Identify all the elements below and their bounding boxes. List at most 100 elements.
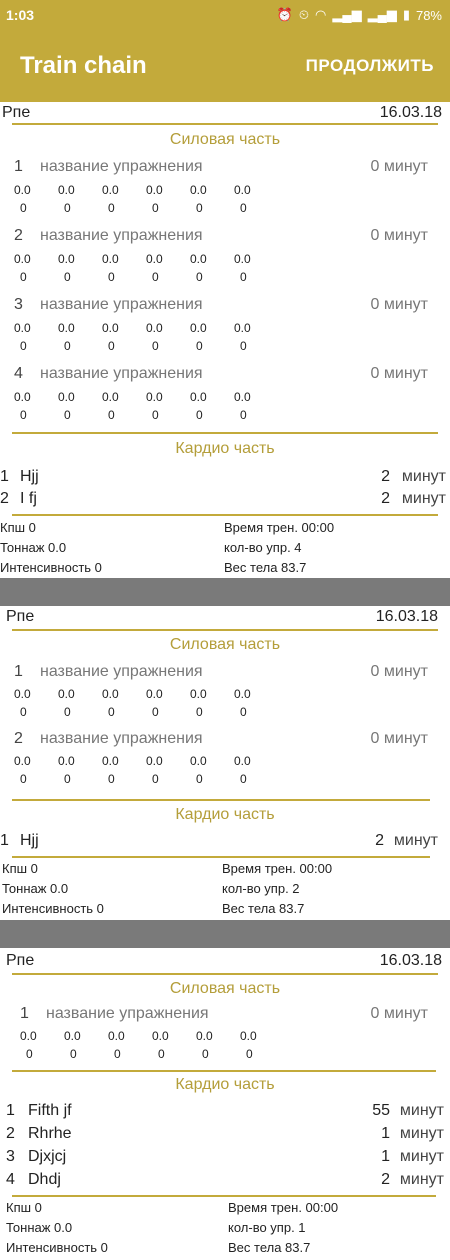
exercise-name: название упражнения <box>40 158 203 175</box>
card-name: Рпе <box>2 104 31 121</box>
exercise-minutes: 0 минут <box>370 1005 428 1022</box>
exercise-item[interactable]: 1 название упражнения 0 минут 0.0 0.0 0.0 0… <box>0 663 450 723</box>
cardio-number: 2 <box>0 490 9 507</box>
exercise-number: 1 <box>14 158 23 175</box>
weight-stat: Вес тела 83.7 <box>228 1240 311 1255</box>
signal-icon-2: ▂▄▆ <box>367 7 397 22</box>
status-icons: ⏰ ⏲ ◠ ▂▄▆ ▂▄▆ ▮ 78% <box>277 7 442 23</box>
cardio-number: 2 <box>6 1125 15 1142</box>
cardio-number: 1 <box>0 468 9 485</box>
cardio-item[interactable]: 1 Hjj 2 минут <box>0 832 450 854</box>
cardio-name: I fj <box>20 490 37 507</box>
card-name: Рпе <box>6 608 35 625</box>
cardio-item[interactable]: 4 Dhdj 2 минут <box>0 1171 450 1193</box>
exercise-item[interactable]: 1 название упражнения 0 минут 0.0 0.0 0.0 0… <box>0 1005 450 1065</box>
battery-percent: 78% <box>415 7 442 23</box>
cardio-number: 4 <box>6 1171 15 1188</box>
cardio-item[interactable]: 1 Fifth jf 55 минут <box>0 1102 450 1124</box>
cardio-unit: минут <box>399 1171 444 1188</box>
weights-row: 0.0 0.0 0.0 0.0 0.0 0.0 <box>14 252 251 266</box>
tonnage-stat: Тоннаж 0.0 <box>6 1220 73 1235</box>
card-separator <box>0 920 450 948</box>
card-date: 16.03.18 <box>379 952 442 969</box>
exercise-item[interactable]: 3 название упражнения 0 минут 0.0 0.0 0.0 0… <box>0 296 450 356</box>
cardio-value: 2 <box>375 832 384 849</box>
count-stat: кол-во упр. 2 <box>222 881 300 896</box>
exercise-minutes: 0 минут <box>370 365 428 382</box>
app-title: Train chain <box>20 52 147 79</box>
reps-row: 000000 <box>20 408 247 422</box>
exercise-item[interactable]: 2 название упражнения 0 минут 0.0 0.0 0.0 0… <box>0 730 450 790</box>
tonnage-stat: Тоннаж 0.0 <box>0 540 67 555</box>
exercise-minutes: 0 минут <box>370 730 428 747</box>
battery-icon: ▮ <box>402 7 410 22</box>
weights-row: 0.0 0.0 0.0 0.0 0.0 0.0 <box>14 390 251 404</box>
alarm-icon: ⏲ <box>298 7 310 22</box>
cardio-name: Rhrhe <box>28 1125 72 1142</box>
cardio-unit: минут <box>401 490 446 507</box>
strength-section-label: Силовая часть <box>169 131 281 148</box>
cardio-unit: минут <box>399 1102 444 1119</box>
intensity-stat: Интенсивность 0 <box>0 560 102 575</box>
cardio-name: Hjj <box>20 468 39 485</box>
reps-row: 000000 <box>20 270 247 284</box>
strength-section-label: Силовая часть <box>169 980 281 997</box>
card-separator <box>0 578 450 606</box>
exercise-name: название упражнения <box>46 1005 209 1022</box>
exercise-name: название упражнения <box>40 663 203 680</box>
cardio-value: 2 <box>381 1171 390 1188</box>
time-stat: Время трен. 00:00 <box>222 861 333 876</box>
card-stats: Кпш 0 Время трен. 00:00 Тоннаж 0.0 кол-в… <box>0 1200 450 1260</box>
weights-row: 0.0 0.0 0.0 0.0 0.0 0.0 <box>20 1029 257 1043</box>
cardio-name: Djxjcj <box>28 1148 67 1165</box>
intensity-stat: Интенсивность 0 <box>2 901 104 916</box>
reps-row: 000000 <box>20 772 247 786</box>
exercise-number: 2 <box>14 227 23 244</box>
app-bar: Train chain ПРОДОЛЖИТЬ <box>0 30 450 102</box>
exercise-name: название упражнения <box>40 227 203 244</box>
ksh-stat: Кпш 0 <box>6 1200 42 1215</box>
reps-row: 000000 <box>20 705 247 719</box>
card-header: Рпе 16.03.18 <box>0 950 450 972</box>
exercise-name: название упражнения <box>40 730 203 747</box>
card-date: 16.03.18 <box>379 104 442 121</box>
cardio-value: 55 <box>372 1102 390 1119</box>
tonnage-stat: Тоннаж 0.0 <box>2 881 69 896</box>
workout-card-3[interactable]: Рпе 16.03.18 Силовая часть 1 название уп… <box>0 950 450 1260</box>
status-bar: 1:03 ⏰ ⏲ ◠ ▂▄▆ ▂▄▆ ▮ 78% <box>0 0 450 30</box>
cardio-item[interactable]: 3 Djxjcj 1 минут <box>0 1148 450 1170</box>
cardio-value: 1 <box>381 1148 390 1165</box>
cardio-item[interactable]: 2 Rhrhe 1 минут <box>0 1125 450 1147</box>
exercise-item[interactable]: 2 название упражнения 0 минут 0.0 0.0 0.0 0… <box>0 227 450 287</box>
exercise-number: 3 <box>14 296 23 313</box>
cardio-unit: минут <box>401 468 446 485</box>
cardio-section-label: Кардио часть <box>175 1076 275 1093</box>
reps-row: 000000 <box>20 339 247 353</box>
weights-row: 0.0 0.0 0.0 0.0 0.0 0.0 <box>14 754 251 768</box>
exercise-number: 1 <box>20 1005 29 1022</box>
exercise-item[interactable]: 1 название упражнения 0 минут 0.0 0.0 0.0 0… <box>0 158 450 218</box>
cardio-number: 3 <box>6 1148 15 1165</box>
exercise-item[interactable]: 4 название упражнения 0 минут 0.0 0.0 0.0 0… <box>0 365 450 425</box>
weights-row: 0.0 0.0 0.0 0.0 0.0 0.0 <box>14 183 251 197</box>
reps-row: 000000 <box>20 201 247 215</box>
ksh-stat: Кпш 0 <box>2 861 38 876</box>
continue-button[interactable]: ПРОДОЛЖИТЬ <box>306 56 434 76</box>
alarm-off-icon: ⏰ <box>276 7 293 22</box>
cardio-value: 1 <box>381 1125 390 1142</box>
cardio-unit: минут <box>399 1148 444 1165</box>
card-header: Рпе 16.03.18 <box>0 606 450 628</box>
wifi-icon: ◠ <box>315 7 327 22</box>
cardio-item[interactable]: 2 I fj 2 минут <box>0 490 450 512</box>
cardio-value: 2 <box>381 468 390 485</box>
card-stats: Кпш 0 Время трен. 00:00 Тоннаж 0.0 кол-в… <box>0 861 450 919</box>
workout-card-2[interactable]: Рпе 16.03.18 Силовая часть 1 название уп… <box>0 606 450 920</box>
strength-section-label: Силовая часть <box>169 636 281 653</box>
exercise-number: 1 <box>14 663 23 680</box>
workout-card-1[interactable]: Рпе 16.03.18 Силовая часть 1 название уп… <box>0 102 450 578</box>
cardio-item[interactable]: 1 Hjj 2 минут <box>0 468 450 490</box>
exercise-minutes: 0 минут <box>370 663 428 680</box>
exercise-number: 4 <box>14 365 23 382</box>
cardio-name: Dhdj <box>28 1171 61 1188</box>
cardio-number: 1 <box>0 832 9 849</box>
